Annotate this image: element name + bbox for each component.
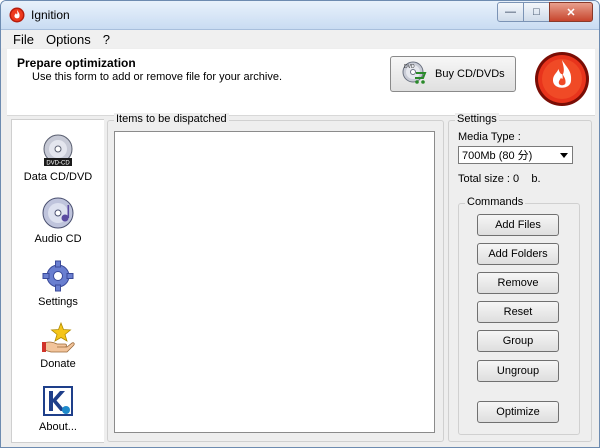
minimize-icon: — (505, 6, 516, 18)
chevron-down-icon (560, 153, 568, 158)
remove-button[interactable]: Remove (477, 272, 559, 294)
maximize-button[interactable]: □ (523, 2, 550, 22)
minimize-button[interactable]: — (497, 2, 524, 22)
sidebar: DVD-CD Data CD/DVD Audio CD Settings Don… (11, 119, 104, 443)
sidebar-item-data-cd-dvd[interactable]: DVD-CD Data CD/DVD (12, 134, 104, 196)
audio-cd-icon (42, 197, 74, 229)
items-list[interactable] (114, 131, 435, 433)
menu-options[interactable]: Options (40, 32, 97, 47)
app-logo-icon (9, 7, 25, 23)
sidebar-item-label: Settings (38, 296, 78, 308)
settings-group: Settings Media Type : 700Mb (80 分) Total… (448, 113, 592, 442)
items-panel-title: Items to be dispatched (114, 113, 229, 125)
sidebar-item-audio-cd[interactable]: Audio CD (12, 196, 104, 258)
sidebar-item-about[interactable]: About... (12, 384, 104, 446)
about-icon (43, 386, 73, 416)
total-size-label: Total size : 0 b. (458, 173, 541, 185)
sidebar-item-label: Audio CD (34, 233, 82, 245)
app-window: Ignition — □ ✕ File Options ? Prepare op… (0, 0, 600, 448)
menu-file[interactable]: File (1, 32, 40, 47)
buy-cd-dvds-button[interactable]: DVD Buy CD/DVDs (390, 56, 516, 92)
sidebar-item-settings[interactable]: Settings (12, 259, 104, 321)
dvd-cd-icon: DVD-CD (43, 134, 73, 167)
header-title: Prepare optimization (17, 56, 136, 70)
window-title: Ignition (31, 8, 70, 22)
sidebar-item-donate[interactable]: Donate (12, 321, 104, 383)
window-controls: — □ ✕ (497, 2, 593, 22)
ungroup-button[interactable]: Ungroup (477, 360, 559, 382)
media-type-label: Media Type : (458, 131, 521, 143)
maximize-icon: □ (533, 6, 540, 18)
sidebar-item-label: Donate (40, 358, 76, 370)
dvd-cd-badge: DVD-CD (46, 161, 70, 167)
title-bar[interactable]: Ignition — □ ✕ (1, 1, 599, 30)
media-type-value: 700Mb (80 分) (462, 150, 533, 162)
reset-button[interactable]: Reset (477, 301, 559, 323)
group-button[interactable]: Group (477, 330, 559, 352)
header-subtitle: Use this form to add or remove file for … (32, 71, 283, 83)
menu-bar: File Options ? (1, 30, 599, 48)
add-files-button[interactable]: Add Files (477, 214, 559, 236)
buy-button-label: Buy CD/DVDs (435, 68, 505, 80)
donate-icon (42, 321, 75, 353)
close-icon: ✕ (566, 6, 576, 19)
media-type-select[interactable]: 700Mb (80 分) (458, 146, 573, 164)
optimize-button[interactable]: Optimize (477, 401, 559, 423)
commands-title: Commands (465, 196, 526, 208)
close-button[interactable]: ✕ (549, 2, 593, 22)
svg-text:DVD: DVD (404, 64, 415, 70)
menu-help[interactable]: ? (97, 32, 116, 47)
add-folders-button[interactable]: Add Folders (477, 243, 559, 265)
header-panel: Prepare optimization Use this form to ad… (7, 49, 595, 116)
items-to-dispatch-group: Items to be dispatched (107, 113, 444, 442)
commands-group: Commands Add Files Add Folders Remove Re… (458, 196, 580, 435)
sidebar-item-label: Data CD/DVD (23, 171, 93, 183)
disc-cart-icon: DVD (402, 61, 427, 84)
gear-icon (42, 260, 74, 292)
settings-title: Settings (455, 113, 499, 125)
sidebar-item-label: About... (39, 421, 77, 433)
ignition-logo-icon (535, 52, 589, 106)
